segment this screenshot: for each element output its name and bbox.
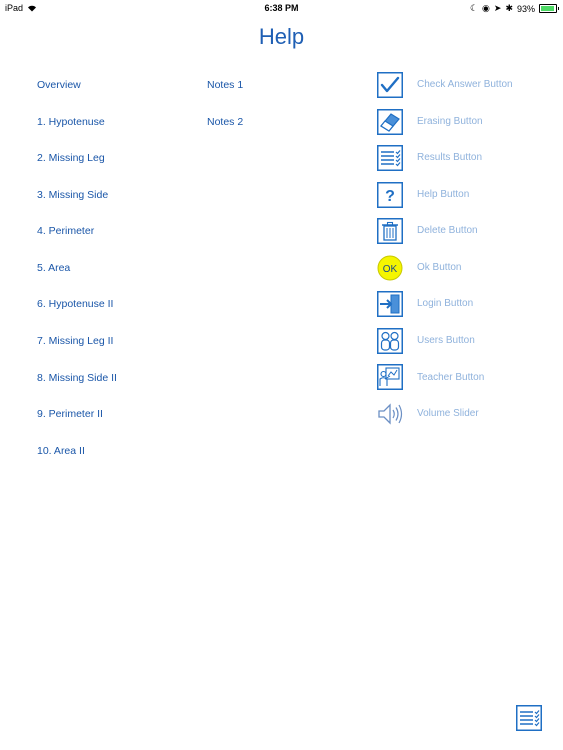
eraser-icon (377, 109, 403, 135)
topic-hypotenuse-ii[interactable]: 6. Hypotenuse II (37, 298, 113, 310)
teacher-icon (377, 364, 403, 390)
volume-slider-label[interactable]: Volume Slider (417, 408, 479, 419)
check-answer-button-label[interactable]: Check Answer Button (417, 79, 513, 90)
ok-glyph: OK (383, 264, 398, 275)
location-arrow-icon: ➤ (493, 3, 502, 13)
topic-missing-side[interactable]: 3. Missing Side (37, 189, 108, 201)
trash-icon (377, 218, 403, 244)
teacher-button-label[interactable]: Teacher Button (417, 372, 484, 383)
results-button[interactable] (516, 705, 542, 731)
status-bar: iPad 6:38 PM ☾ ◉ ➤ ✱ 93% (0, 0, 563, 16)
delete-button-label[interactable]: Delete Button (417, 225, 478, 236)
users-button-label[interactable]: Users Button (417, 335, 475, 346)
topic-notes-1[interactable]: Notes 1 (207, 79, 243, 91)
login-door-icon (377, 291, 403, 317)
topic-overview[interactable]: Overview (37, 79, 81, 91)
help-button-label[interactable]: Help Button (417, 189, 469, 200)
topic-notes-2[interactable]: Notes 2 (207, 116, 243, 128)
users-icon (377, 328, 403, 354)
topic-missing-leg-ii[interactable]: 7. Missing Leg II (37, 335, 113, 347)
results-list-icon (377, 145, 403, 171)
bluetooth-icon: ✱ (505, 3, 513, 13)
question-glyph: ? (385, 188, 395, 205)
lock-rotation-icon: ◉ (482, 3, 490, 13)
ok-button-label[interactable]: Ok Button (417, 262, 461, 273)
battery-tip (557, 7, 559, 10)
question-mark-icon: ? (377, 182, 403, 208)
status-right: ☾ ◉ ➤ ✱ 93% (469, 3, 559, 14)
results-button-label[interactable]: Results Button (417, 152, 482, 163)
topic-missing-side-ii[interactable]: 8. Missing Side II (37, 372, 117, 384)
battery-percent: 93% (516, 3, 535, 14)
speaker-icon (378, 403, 403, 425)
battery-fill (541, 6, 555, 11)
topic-hypotenuse[interactable]: 1. Hypotenuse (37, 116, 105, 128)
topic-perimeter[interactable]: 4. Perimeter (37, 225, 94, 237)
topic-missing-leg[interactable]: 2. Missing Leg (37, 152, 105, 164)
topic-perimeter-ii[interactable]: 9. Perimeter II (37, 408, 103, 420)
page-title: Help (258, 24, 305, 49)
topic-area[interactable]: 5. Area (37, 262, 70, 274)
erasing-button-label[interactable]: Erasing Button (417, 116, 483, 127)
checkmark-icon (377, 72, 403, 98)
ok-circle-icon: OK (377, 255, 403, 281)
login-button-label[interactable]: Login Button (417, 298, 473, 309)
moon-icon: ☾ (469, 3, 479, 13)
topic-area-ii[interactable]: 10. Area II (37, 445, 85, 457)
battery-icon (539, 4, 559, 13)
